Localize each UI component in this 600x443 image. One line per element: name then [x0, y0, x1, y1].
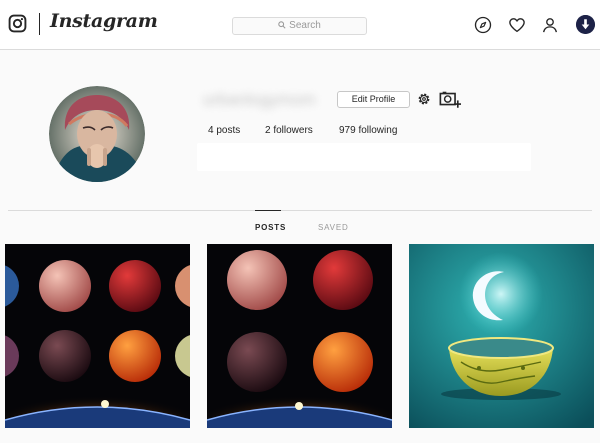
instagram-glyph-icon[interactable]	[8, 14, 27, 33]
compass-icon[interactable]	[474, 16, 492, 34]
profile-avatar[interactable]	[49, 86, 145, 182]
top-nav: Instagram Search	[0, 0, 600, 50]
following-count[interactable]: 979 following	[339, 125, 397, 136]
post-thumbnail[interactable]	[207, 244, 392, 428]
add-photo-icon[interactable]	[439, 90, 461, 109]
heart-icon[interactable]	[508, 16, 526, 34]
search-icon	[278, 21, 286, 29]
posts-count: 4 posts	[208, 125, 241, 136]
followers-count[interactable]: 2 followers	[265, 125, 313, 136]
extension-avatar-icon[interactable]	[576, 15, 595, 34]
tab-posts[interactable]: POSTS	[255, 223, 286, 232]
edit-profile-button[interactable]: Edit Profile	[337, 91, 410, 108]
active-tab-indicator	[255, 210, 281, 211]
nav-divider	[39, 13, 40, 35]
user-icon[interactable]	[541, 16, 559, 34]
tab-saved[interactable]: SAVED	[318, 223, 349, 232]
bio-area	[197, 143, 531, 171]
post-thumbnail[interactable]	[5, 244, 190, 428]
gear-icon[interactable]	[416, 91, 432, 107]
search-input[interactable]: Search	[232, 17, 367, 35]
brand-wordmark[interactable]: Instagram	[50, 10, 158, 32]
profile-username: urbanlogymom	[203, 90, 316, 109]
search-placeholder: Search	[289, 20, 321, 31]
post-thumbnail[interactable]	[409, 244, 594, 428]
tabs-divider	[8, 210, 592, 211]
